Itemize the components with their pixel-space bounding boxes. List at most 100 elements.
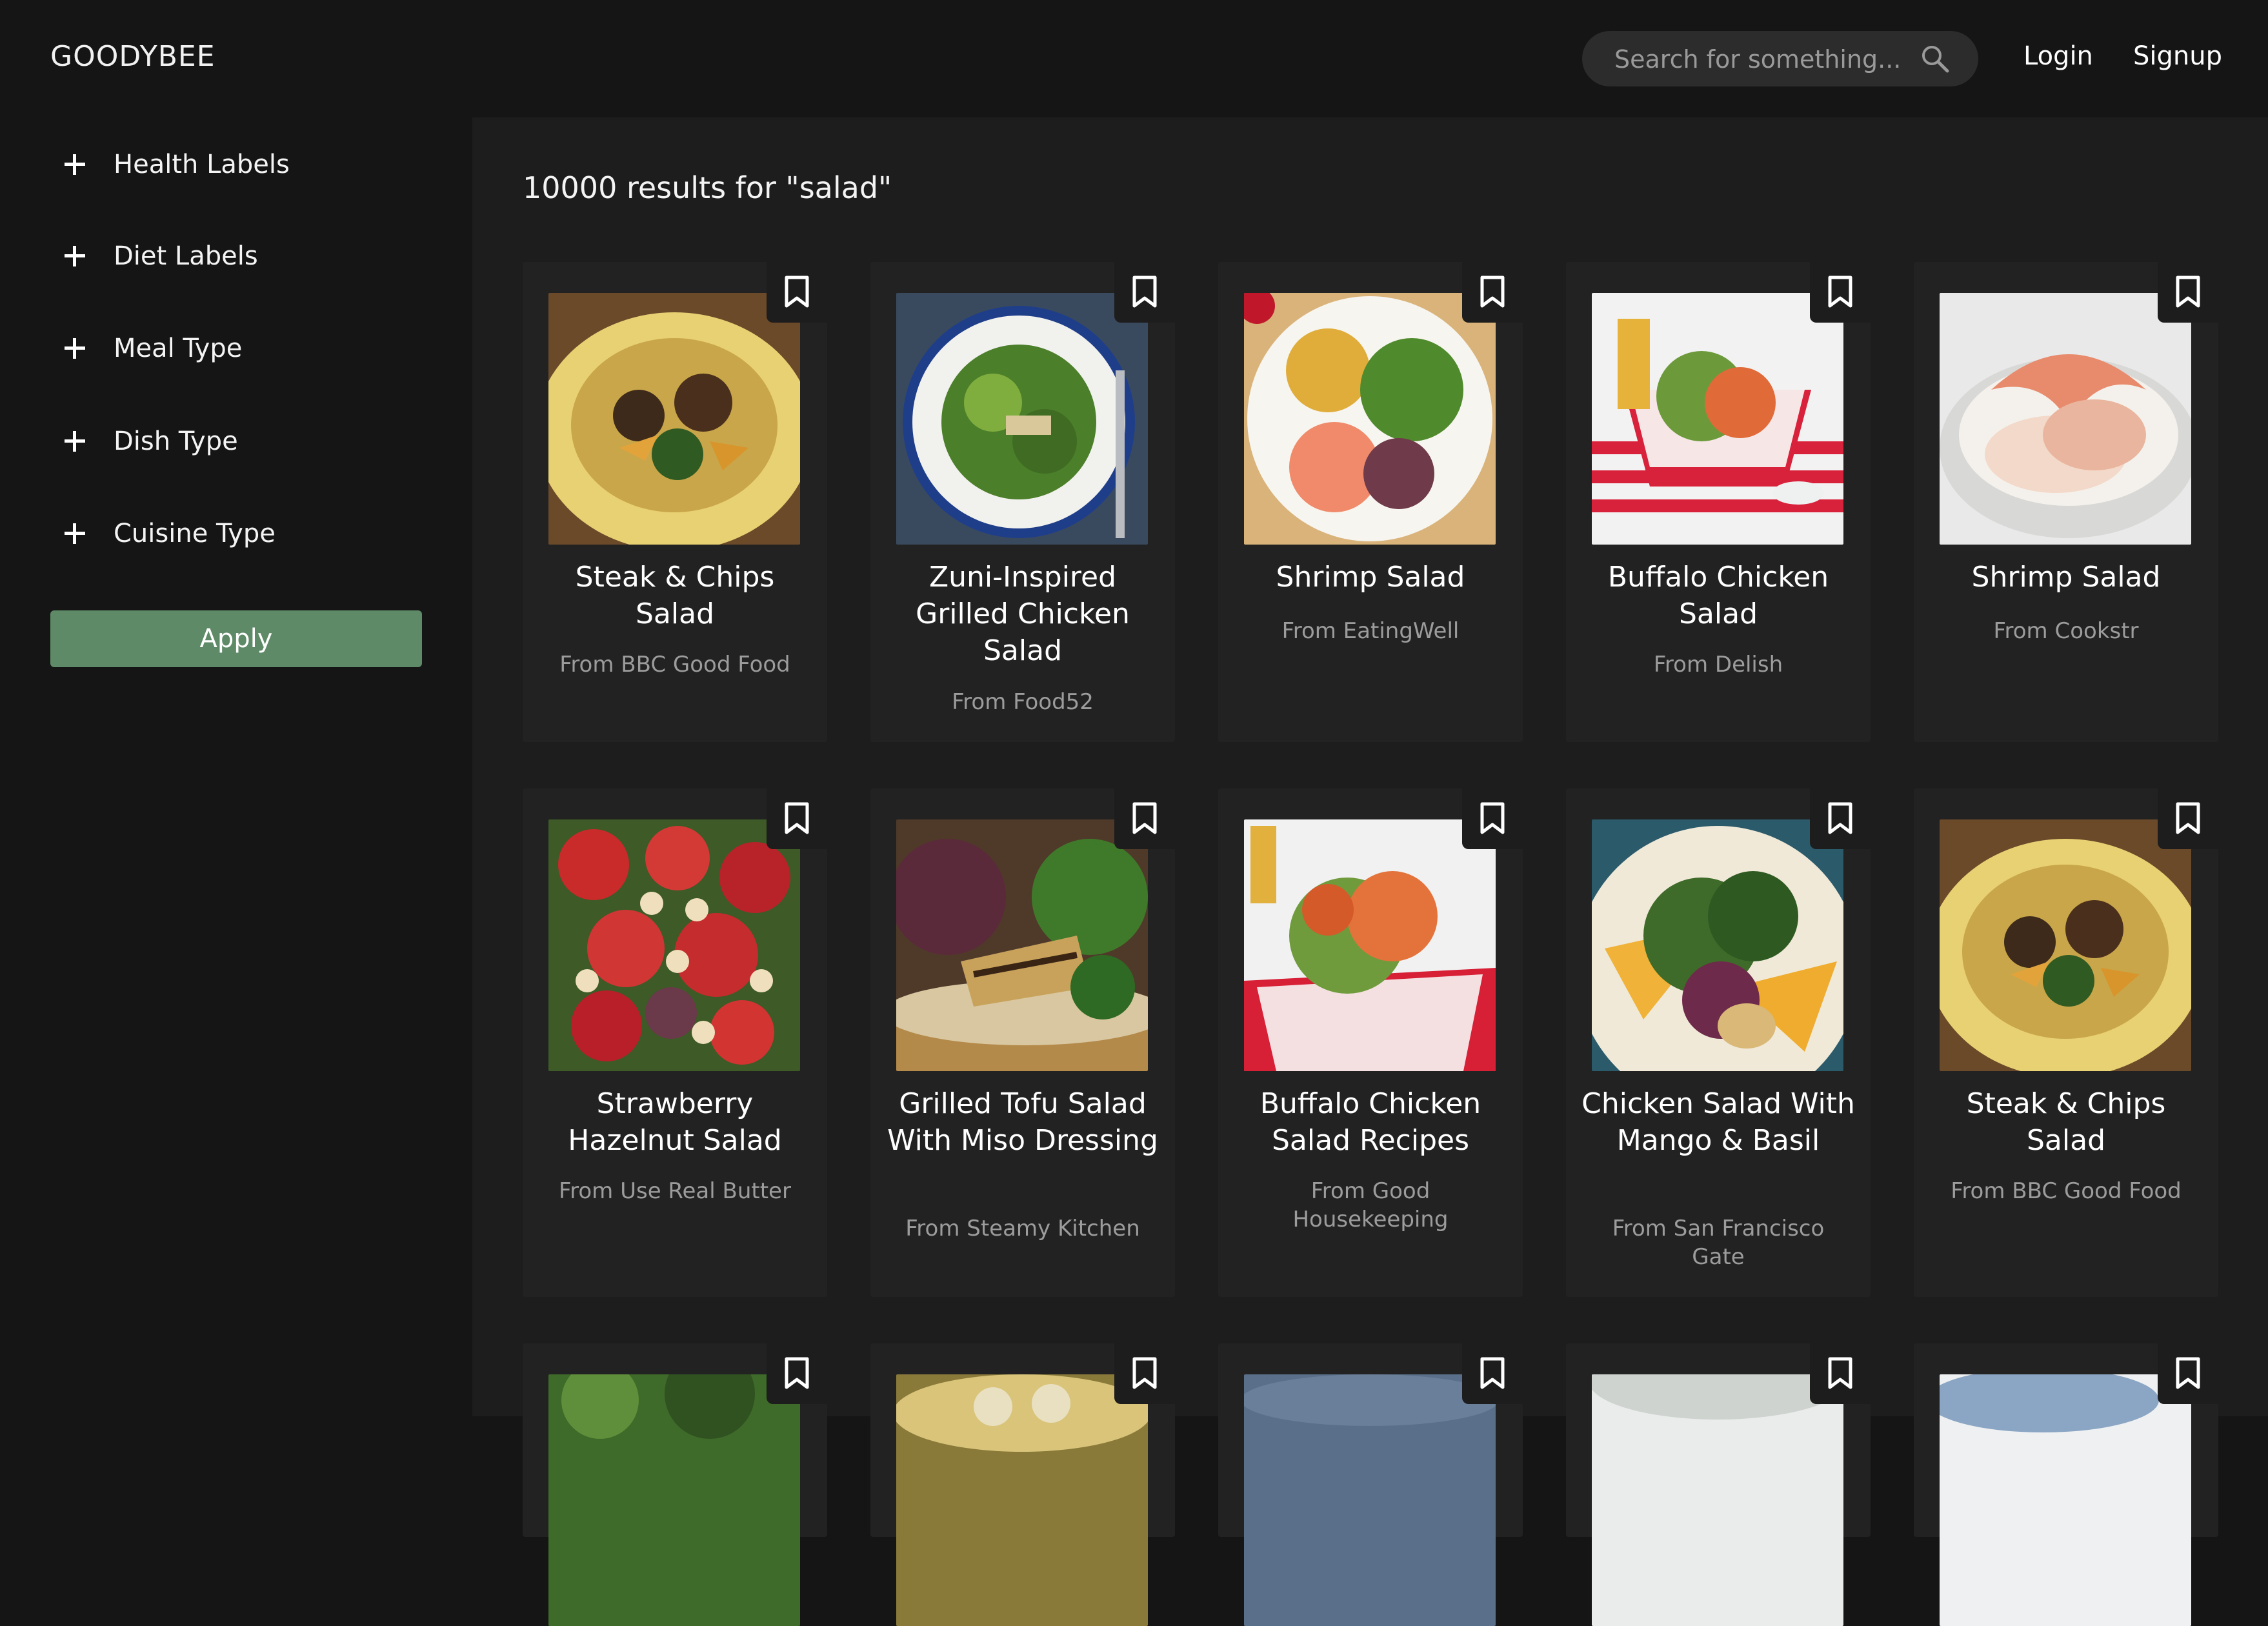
recipe-title[interactable]: Strawberry Hazelnut Salad	[538, 1085, 812, 1159]
filter-diet-labels[interactable]: Diet Labels	[61, 234, 258, 279]
recipe-source: From EatingWell	[1281, 618, 1460, 644]
recipe-title[interactable]: Chicken Salad With Mango & Basil	[1581, 1085, 1855, 1159]
save-recipe-button[interactable]	[767, 1343, 827, 1404]
save-recipe-button[interactable]	[1810, 262, 1871, 323]
recipe-card[interactable]	[1914, 1343, 2218, 1626]
bookmark-icon	[2176, 1357, 2200, 1389]
recipe-title[interactable]: Steak & Chips Salad	[538, 559, 812, 632]
recipe-card[interactable]: Strawberry Hazelnut Salad From Use Real B…	[523, 788, 827, 1297]
save-recipe-button[interactable]	[1114, 1343, 1175, 1404]
recipe-image[interactable]	[548, 1374, 800, 1626]
save-recipe-button[interactable]	[1462, 788, 1523, 849]
plus-icon	[65, 154, 85, 175]
recipe-card[interactable]: Buffalo Chicken Salad Recipes From Good H…	[1218, 788, 1523, 1297]
recipe-image[interactable]	[1940, 1374, 2191, 1626]
recipe-image[interactable]	[1592, 1374, 1843, 1626]
recipe-source: From Delish	[1653, 652, 1783, 678]
recipe-image[interactable]	[1244, 819, 1496, 1071]
bookmark-icon	[2176, 802, 2200, 834]
filter-dish-type[interactable]: Dish Type	[61, 419, 238, 464]
bookmark-icon	[785, 276, 809, 308]
bookmark-icon	[1132, 802, 1157, 834]
plus-icon	[65, 431, 85, 452]
bookmark-icon	[2176, 276, 2200, 308]
recipe-image[interactable]	[1592, 293, 1843, 545]
save-recipe-button[interactable]	[767, 788, 827, 849]
recipe-title[interactable]: Buffalo Chicken Salad	[1581, 559, 1855, 632]
signup-link[interactable]: Signup	[2133, 41, 2222, 71]
recipe-image[interactable]	[548, 819, 800, 1071]
recipe-title[interactable]: Zuni-Inspired Grilled Chicken Salad	[886, 559, 1159, 669]
recipe-title[interactable]: Buffalo Chicken Salad Recipes	[1234, 1085, 1507, 1159]
bookmark-icon	[1132, 1357, 1157, 1389]
recipe-source: From Use Real Butter	[559, 1178, 791, 1204]
bookmark-icon	[1480, 1357, 1505, 1389]
recipe-card[interactable]	[1566, 1343, 1871, 1626]
recipe-source: From Steamy Kitchen	[905, 1216, 1140, 1241]
filter-label: Cuisine Type	[114, 519, 276, 548]
recipe-image[interactable]	[1244, 293, 1496, 545]
save-recipe-button[interactable]	[1462, 1343, 1523, 1404]
bookmark-icon	[1480, 276, 1505, 308]
recipe-title[interactable]: Shrimp Salad	[1234, 559, 1507, 596]
filter-label: Health Labels	[114, 150, 290, 179]
recipe-image[interactable]	[1244, 1374, 1496, 1626]
filter-label: Meal Type	[114, 334, 243, 363]
recipe-image[interactable]	[548, 293, 800, 545]
recipe-card[interactable]: Buffalo Chicken Salad From Delish	[1566, 262, 1871, 742]
save-recipe-button[interactable]	[767, 262, 827, 323]
bookmark-icon	[1828, 802, 1852, 834]
apply-button[interactable]: Apply	[50, 610, 422, 667]
plus-icon	[65, 338, 85, 359]
filter-cuisine-type[interactable]: Cuisine Type	[61, 511, 276, 556]
recipe-image[interactable]	[1592, 819, 1843, 1071]
bookmark-icon	[785, 802, 809, 834]
recipe-card[interactable]: Shrimp Salad From EatingWell	[1218, 262, 1523, 742]
filter-sidebar: Health Labels Diet Labels Meal Type Dish…	[0, 117, 472, 1416]
search-icon	[1922, 46, 1949, 73]
recipe-image[interactable]	[896, 1374, 1148, 1626]
save-recipe-button[interactable]	[2158, 262, 2218, 323]
login-link[interactable]: Login	[2023, 41, 2093, 71]
brand-logo[interactable]: GOODYBEE	[50, 40, 216, 73]
save-recipe-button[interactable]	[1810, 1343, 1871, 1404]
search-button[interactable]	[1920, 44, 1950, 74]
save-recipe-button[interactable]	[1810, 788, 1871, 849]
filter-label: Dish Type	[114, 427, 238, 456]
save-recipe-button[interactable]	[1462, 262, 1523, 323]
filter-health-labels[interactable]: Health Labels	[61, 142, 290, 187]
save-recipe-button[interactable]	[1114, 788, 1175, 849]
recipe-card[interactable]: Chicken Salad With Mango & Basil From San…	[1566, 788, 1871, 1297]
bookmark-icon	[1828, 1357, 1852, 1389]
recipe-source: From BBC Good Food	[559, 652, 790, 678]
bookmark-icon	[1828, 276, 1852, 308]
save-recipe-button[interactable]	[2158, 1343, 2218, 1404]
recipe-card[interactable]: Grilled Tofu Salad With Miso Dressing Fro…	[870, 788, 1175, 1297]
search-bar	[1582, 31, 1978, 88]
recipe-card[interactable]: Shrimp Salad From Cookstr	[1914, 262, 2218, 742]
recipe-image[interactable]	[1940, 819, 2191, 1071]
recipe-card[interactable]: Zuni-Inspired Grilled Chicken Salad From …	[870, 262, 1175, 742]
bookmark-icon	[785, 1357, 809, 1389]
recipe-source: From Good Housekeeping	[1292, 1178, 1449, 1232]
filter-label: Diet Labels	[114, 241, 258, 271]
recipe-card[interactable]	[523, 1343, 827, 1626]
search-input[interactable]	[1613, 31, 1912, 88]
recipe-source: From BBC Good Food	[1951, 1178, 2182, 1204]
recipe-image[interactable]	[896, 293, 1148, 545]
recipe-image[interactable]	[1940, 293, 2191, 545]
save-recipe-button[interactable]	[1114, 262, 1175, 323]
recipe-image[interactable]	[896, 819, 1148, 1071]
recipe-card[interactable]	[1218, 1343, 1523, 1626]
results-panel: 10000 results for "salad" Steak & Chips …	[472, 117, 2268, 1626]
recipe-title[interactable]: Grilled Tofu Salad With Miso Dressing	[886, 1085, 1159, 1159]
recipe-card[interactable]: Steak & Chips Salad From BBC Good Food	[523, 262, 827, 742]
results-count: 10000 results for "salad"	[523, 170, 892, 205]
recipe-title[interactable]: Steak & Chips Salad	[1929, 1085, 2203, 1159]
recipe-card[interactable]: Steak & Chips Salad From BBC Good Food	[1914, 788, 2218, 1297]
recipe-title[interactable]: Shrimp Salad	[1929, 559, 2203, 596]
plus-icon	[65, 246, 85, 266]
recipe-card[interactable]	[870, 1343, 1175, 1626]
filter-meal-type[interactable]: Meal Type	[61, 326, 242, 371]
save-recipe-button[interactable]	[2158, 788, 2218, 849]
